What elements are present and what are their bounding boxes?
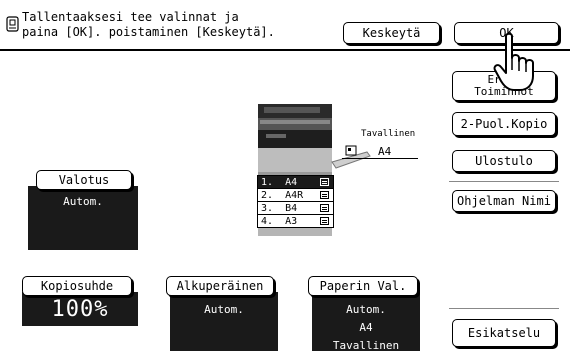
original-panel[interactable]: Autom. [170,292,278,351]
paper-stack-icon [320,191,329,199]
paper-stack-icon [320,204,329,212]
preview-label: Esikatselu [467,326,541,340]
bypass-tray-size: A4 [378,145,392,158]
original-button[interactable]: Alkuperäinen [166,276,274,296]
paper-select-value-2: A4 [359,321,373,334]
tray-row-2[interactable]: 2. A4R [257,188,334,202]
program-name-button[interactable]: Ohjelman Nimi [452,190,556,212]
tray-list: 1. A4 2. A4R 3. B4 4. A3 [257,175,334,228]
paper-select-panel[interactable]: Autom. A4 Tavallinen [312,292,420,351]
bypass-tray-type: Tavallinen [361,129,416,139]
exposure-value: Autom. [63,195,103,208]
exposure-label: Valotus [58,173,110,187]
preview-button[interactable]: Esikatselu [452,319,556,347]
info-hand-icon [6,16,19,32]
original-label: Alkuperäinen [176,279,264,293]
message-line-1: Tallentaaksesi tee valinnat ja [22,10,239,24]
bypass-tray-underline [342,158,418,159]
duplex-copy-button[interactable]: 2-Puol.Kopio [452,112,556,136]
tray-row-3[interactable]: 3. B4 [257,201,334,215]
cancel-button[interactable]: Keskeytä [343,22,440,44]
message-line-2: paina [OK]. poistaminen [Keskeytä]. [22,25,275,39]
tray-label-1: 1. A4 [261,176,298,188]
original-value: Autom. [204,303,244,316]
header-divider [0,49,570,51]
paper-select-button[interactable]: Paperin Val. [308,276,418,296]
copy-ratio-panel[interactable]: 100% [22,292,138,326]
paper-stack-icon [320,178,329,186]
program-name-label: Ohjelman Nimi [457,194,551,208]
tray-row-4[interactable]: 4. A3 [257,214,334,228]
copy-ratio-value: 100% [51,297,109,322]
bypass-tray-icon [345,145,357,156]
output-label: Ulostulo [475,154,533,168]
tray-label-4: 4. A3 [261,215,298,227]
message-area: Tallentaaksesi tee valinnat ja paina [OK… [5,10,335,50]
paper-select-label: Paperin Val. [319,279,407,293]
paper-stack-icon [320,217,329,225]
copy-ratio-label: Kopiosuhde [40,279,114,293]
tray-label-3: 3. B4 [261,202,298,214]
paper-select-value-1: Autom. [346,303,386,316]
exposure-button[interactable]: Valotus [36,170,132,190]
copy-ratio-button[interactable]: Kopiosuhde [22,276,132,296]
exposure-panel[interactable]: Autom. [28,186,138,250]
preview-divider [449,308,559,309]
pointing-hand-icon [493,32,534,91]
cancel-button-label: Keskeytä [362,26,421,40]
tray-label-2: 2. A4R [261,189,304,201]
instruction-message: Tallentaaksesi tee valinnat ja paina [OK… [22,10,275,40]
paper-select-value-3: Tavallinen [332,339,400,351]
tray-row-1[interactable]: 1. A4 [257,175,334,189]
right-column-divider [449,181,559,182]
copy-screen: Tallentaaksesi tee valinnat ja paina [OK… [0,0,570,351]
duplex-copy-label: 2-Puol.Kopio [460,117,548,131]
output-button[interactable]: Ulostulo [452,150,556,172]
